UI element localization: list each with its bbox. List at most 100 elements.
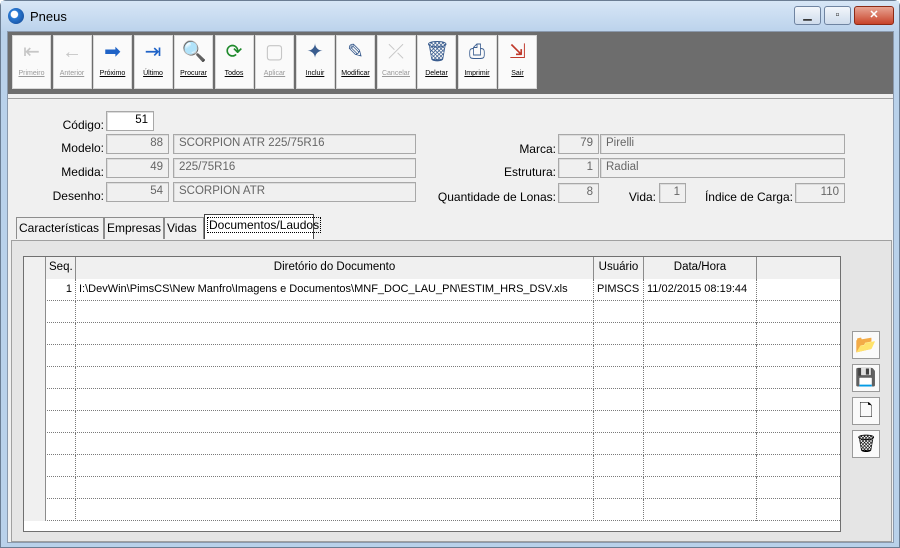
- maximize-button[interactable]: ▫: [824, 6, 851, 25]
- column-header[interactable]: Usuário: [594, 257, 644, 279]
- table-cell[interactable]: [594, 411, 644, 433]
- sair-button[interactable]: ⇲ Sair: [498, 35, 537, 89]
- table-cell[interactable]: [644, 323, 757, 345]
- table-cell[interactable]: [46, 411, 76, 433]
- table-cell[interactable]: [594, 433, 644, 455]
- table-cell[interactable]: 11/02/2015 08:19:44: [644, 279, 757, 301]
- title-bar[interactable]: Pneus ▁ ▫ ✕: [1, 1, 899, 31]
- table-row[interactable]: [24, 345, 840, 367]
- table-cell[interactable]: [46, 323, 76, 345]
- proximo-button[interactable]: ➡ Próximo: [93, 35, 132, 89]
- table-cell[interactable]: [594, 367, 644, 389]
- new-document-button[interactable]: 🗋: [852, 397, 880, 425]
- table-cell[interactable]: [76, 301, 594, 323]
- documents-grid[interactable]: Seq. Diretório do Documento Usuário Data/Ho…: [23, 256, 841, 532]
- table-cell[interactable]: [594, 477, 644, 499]
- table-cell[interactable]: [46, 477, 76, 499]
- table-cell[interactable]: I:\DevWin\PimsCS\New Manfro\Imagens e Do…: [76, 279, 594, 301]
- table-row[interactable]: [24, 477, 840, 499]
- table-cell[interactable]: [76, 499, 594, 521]
- aplicar-button[interactable]: ▢ Aplicar: [255, 35, 294, 89]
- table-cell[interactable]: [644, 455, 757, 477]
- lonas-field[interactable]: 8: [558, 183, 599, 203]
- table-cell[interactable]: [644, 367, 757, 389]
- deletar-button[interactable]: 🗑 Deletar: [417, 35, 456, 89]
- table-cell[interactable]: [594, 455, 644, 477]
- delete-document-button[interactable]: 🗑: [852, 430, 880, 458]
- table-row[interactable]: [24, 367, 840, 389]
- ultimo-button[interactable]: ⇥ Último: [133, 35, 173, 89]
- table-cell[interactable]: [594, 499, 644, 521]
- table-cell[interactable]: [46, 345, 76, 367]
- carga-field[interactable]: 110: [795, 183, 845, 203]
- vida-field[interactable]: 1: [659, 183, 686, 203]
- modelo-desc-field[interactable]: SCORPION ATR 225/75R16: [173, 134, 416, 154]
- table-row[interactable]: [24, 301, 840, 323]
- marca-code-field[interactable]: 79: [558, 134, 599, 154]
- table-cell[interactable]: [644, 499, 757, 521]
- save-button[interactable]: 💾: [852, 364, 880, 392]
- column-header[interactable]: Seq.: [46, 257, 76, 279]
- desenho-desc-field[interactable]: SCORPION ATR: [173, 182, 416, 202]
- primeiro-button[interactable]: ⇤ Primeiro: [12, 35, 51, 89]
- open-folder-button[interactable]: 📂: [852, 331, 880, 359]
- table-cell[interactable]: [76, 433, 594, 455]
- table-row[interactable]: [24, 455, 840, 477]
- table-cell[interactable]: [76, 345, 594, 367]
- table-cell[interactable]: [46, 433, 76, 455]
- table-cell[interactable]: [594, 323, 644, 345]
- table-cell[interactable]: [644, 301, 757, 323]
- medida-code-field[interactable]: 49: [106, 158, 169, 178]
- todos-button[interactable]: ⟳ Todos: [214, 35, 254, 89]
- table-row[interactable]: [24, 389, 840, 411]
- column-header[interactable]: Data/Hora: [644, 257, 757, 279]
- table-row[interactable]: [24, 433, 840, 455]
- column-header[interactable]: Diretório do Documento: [76, 257, 594, 279]
- printer-icon: ⎙: [469, 41, 485, 63]
- table-cell[interactable]: [644, 411, 757, 433]
- table-cell[interactable]: [644, 389, 757, 411]
- modelo-code-field[interactable]: 88: [106, 134, 169, 154]
- table-row[interactable]: [24, 411, 840, 433]
- table-cell[interactable]: [644, 345, 757, 367]
- anterior-button[interactable]: ← Anterior: [52, 35, 92, 89]
- table-cell[interactable]: [594, 389, 644, 411]
- procurar-button[interactable]: 🔍 Procurar: [174, 35, 213, 89]
- table-cell[interactable]: [46, 389, 76, 411]
- tab-documentos-laudos[interactable]: Documentos/Laudos: [204, 214, 322, 239]
- minimize-button[interactable]: ▁: [794, 6, 821, 25]
- table-cell[interactable]: [76, 323, 594, 345]
- table-cell[interactable]: PIMSCS: [594, 279, 644, 301]
- tab-empresas[interactable]: Empresas: [104, 217, 164, 239]
- table-cell[interactable]: [76, 389, 594, 411]
- close-button[interactable]: ✕: [854, 6, 894, 25]
- table-cell[interactable]: [594, 301, 644, 323]
- imprimir-button[interactable]: ⎙ Imprimir: [457, 35, 497, 89]
- table-cell[interactable]: [644, 433, 757, 455]
- table-row[interactable]: [24, 499, 840, 521]
- estrutura-code-field[interactable]: 1: [558, 158, 599, 178]
- table-row[interactable]: 1 I:\DevWin\PimsCS\New Manfro\Imagens e D…: [24, 279, 840, 301]
- table-cell[interactable]: [46, 367, 76, 389]
- table-cell[interactable]: [46, 455, 76, 477]
- modificar-button[interactable]: ✎ Modificar: [336, 35, 375, 89]
- table-cell[interactable]: [76, 455, 594, 477]
- medida-desc-field[interactable]: 225/75R16: [173, 158, 416, 178]
- table-cell[interactable]: [76, 477, 594, 499]
- tab-caracteristicas[interactable]: Características: [16, 217, 104, 239]
- estrutura-desc-field[interactable]: Radial: [600, 158, 845, 178]
- cancelar-button[interactable]: ⤫ Cancelar: [376, 35, 416, 89]
- table-cell[interactable]: [76, 411, 594, 433]
- table-cell[interactable]: [594, 345, 644, 367]
- table-cell[interactable]: [46, 301, 76, 323]
- table-cell[interactable]: [76, 367, 594, 389]
- marca-desc-field[interactable]: Pirelli: [600, 134, 845, 154]
- table-cell[interactable]: [644, 477, 757, 499]
- incluir-button[interactable]: ✦ Incluir: [295, 35, 335, 89]
- tab-vidas[interactable]: Vidas: [164, 217, 204, 239]
- table-cell[interactable]: 1: [46, 279, 76, 301]
- codigo-field[interactable]: 51: [106, 111, 154, 131]
- table-row[interactable]: [24, 323, 840, 345]
- desenho-code-field[interactable]: 54: [106, 182, 169, 202]
- table-cell[interactable]: [46, 499, 76, 521]
